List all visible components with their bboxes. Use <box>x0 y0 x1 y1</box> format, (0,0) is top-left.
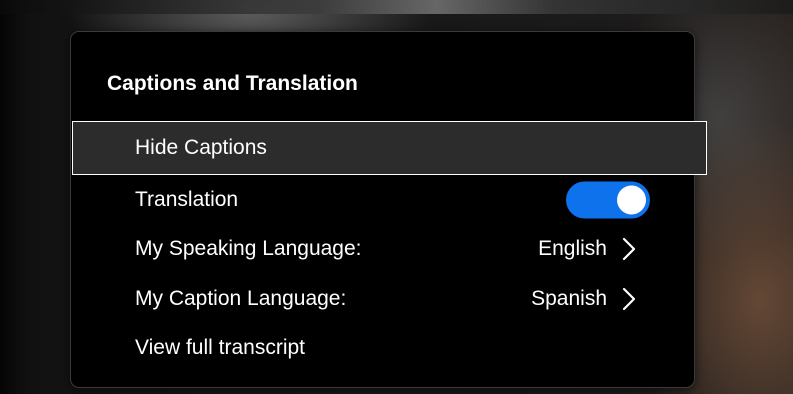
toggle-knob <box>617 185 646 215</box>
chevron-right-icon <box>622 237 636 261</box>
translation-menu-item[interactable]: Translation <box>71 174 694 226</box>
caption-language-label: My Caption Language: <box>135 287 347 310</box>
view-transcript-label: View full transcript <box>135 336 306 359</box>
translation-label: Translation <box>135 188 239 211</box>
view-transcript-menu-item[interactable]: View full transcript <box>71 322 694 374</box>
hide-captions-label: Hide Captions <box>135 136 267 159</box>
menu-title: Captions and Translation <box>107 72 358 95</box>
speaking-language-menu-item[interactable]: My Speaking Language: English <box>71 223 694 275</box>
caption-language-menu-item[interactable]: My Caption Language: Spanish <box>71 273 694 325</box>
caption-language-value: Spanish <box>531 287 607 310</box>
speaking-language-value: English <box>538 237 607 260</box>
translation-toggle[interactable] <box>566 181 650 219</box>
hide-captions-menu-item[interactable]: Hide Captions <box>72 121 707 175</box>
speaking-language-label: My Speaking Language: <box>135 237 362 260</box>
chevron-right-icon <box>622 287 636 311</box>
video-background-edge <box>0 0 793 14</box>
captions-menu: Captions and Translation Hide Captions T… <box>70 31 707 388</box>
